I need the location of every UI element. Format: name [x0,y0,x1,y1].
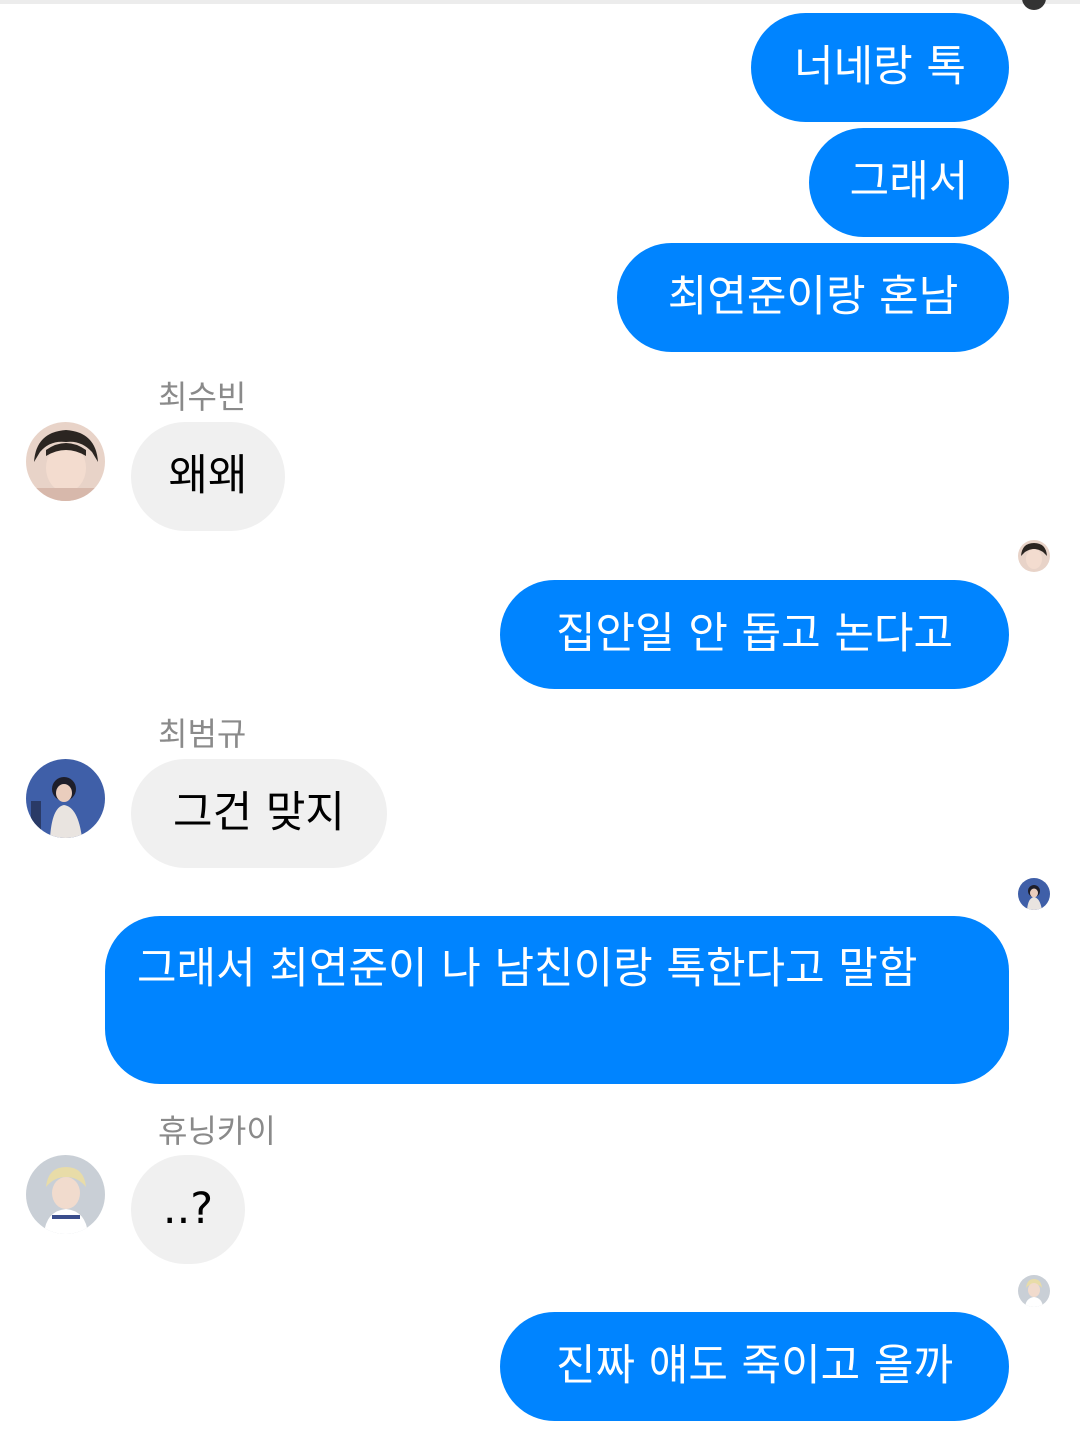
hueningkai-avatar[interactable] [26,1155,105,1234]
message-bubble-outgoing[interactable]: 너네랑 톡 [751,13,1009,122]
message-bubble-incoming[interactable]: ..? [131,1155,245,1264]
message-bubble-outgoing[interactable]: 그래서 [809,128,1009,237]
sender-name: 휴닝카이 [158,1112,276,1150]
soobin-read-receipt-avatar [1018,540,1050,572]
sender-name: 최수빈 [158,378,247,416]
message-bubble-outgoing[interactable]: 진짜 얘도 죽이고 올까 [500,1312,1009,1421]
read-receipt-avatar [1022,0,1046,10]
top-divider [0,0,1080,4]
message-bubble-outgoing[interactable]: 최연준이랑 혼남 [617,243,1009,352]
soobin-avatar[interactable] [26,422,105,501]
message-bubble-outgoing[interactable]: 그래서 최연준이 나 남친이랑 톡한다고 말함 [105,916,1009,1084]
sender-name: 최범규 [158,715,247,753]
message-bubble-outgoing[interactable]: 집안일 안 돕고 논다고 [500,580,1009,689]
beomgyu-read-receipt-avatar [1018,878,1050,910]
hueningkai-read-receipt-avatar [1018,1275,1050,1307]
message-bubble-incoming[interactable]: 그건 맞지 [131,759,387,868]
beomgyu-avatar[interactable] [26,759,105,838]
message-bubble-incoming[interactable]: 왜왜 [131,422,285,531]
